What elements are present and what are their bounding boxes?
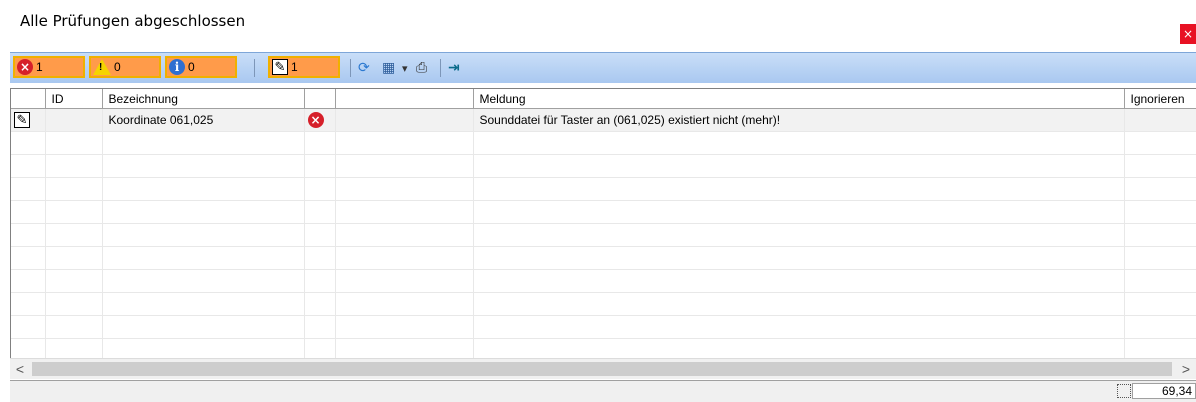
table-header-row: ID Bezeichnung Meldung Ignorieren [11,89,1196,109]
empty-row [11,292,1196,316]
export-icon: ⇥ [448,60,460,76]
refresh-button[interactable]: ⟳ [358,58,370,78]
edit-icon: ✎ [272,59,288,75]
window-title: Alle Prüfungen abgeschlossen [20,12,246,30]
row-meldung: Sounddatei für Taster an (061,025) exist… [473,108,1125,132]
errors-count: 1 [36,60,43,74]
empty-row [11,154,1196,178]
columns-dropdown-button[interactable]: ▾ [402,58,408,78]
empty-row [11,338,1196,358]
empty-row [11,269,1196,293]
infos-count: 0 [188,60,195,74]
column-header-icon[interactable] [11,89,46,109]
row-ignorieren[interactable] [1124,108,1196,132]
edits-filter-button[interactable]: ✎ 1 [268,56,340,78]
results-table: ID Bezeichnung Meldung Ignorieren ✎ Koor… [10,88,1196,358]
status-bar: 69,34 [10,380,1196,402]
row-status-cell: × [304,108,336,132]
column-header-id[interactable]: ID [45,89,103,109]
close-button[interactable]: × [1180,24,1196,44]
empty-row [11,246,1196,270]
print-icon: ⎙ [416,60,428,76]
export-button[interactable]: ⇥ [448,58,460,78]
chevron-down-icon: ▾ [402,61,408,75]
columns-button[interactable]: ▦ [382,58,395,78]
toolbar-separator [440,59,441,77]
empty-row [11,200,1196,224]
table-row[interactable]: ✎ Koordinate 061,025 × Sounddatei für Ta… [11,108,1196,132]
error-icon: × [307,112,324,128]
row-id [45,108,103,132]
empty-row [11,177,1196,201]
empty-row [11,131,1196,155]
errors-filter-button[interactable]: × 1 [13,56,85,78]
column-header-extra[interactable] [335,89,474,109]
empty-row [11,223,1196,247]
columns-icon: ▦ [382,60,396,76]
warnings-count: 0 [114,60,121,74]
grid-icon [1117,384,1131,398]
warnings-filter-button[interactable]: ! 0 [89,56,161,78]
edit-icon: ✎ [14,112,30,128]
column-header-ignorieren[interactable]: Ignorieren [1124,89,1196,109]
column-header-bezeichnung[interactable]: Bezeichnung [102,89,305,109]
row-extra [335,108,474,132]
title-bar: Alle Prüfungen abgeschlossen × [0,0,1196,44]
error-icon: × [17,59,33,75]
empty-row [11,315,1196,339]
edits-count: 1 [291,60,298,74]
infos-filter-button[interactable]: i 0 [165,56,237,78]
info-icon: i [169,59,185,75]
toolbar-separator [254,59,255,77]
print-button[interactable]: ⎙ [416,58,427,78]
status-value: 69,34 [1132,383,1196,399]
refresh-icon: ⟳ [358,60,370,76]
row-bezeichnung: Koordinate 061,025 [102,108,305,132]
warning-icon: ! [93,59,111,75]
toolbar-separator [350,59,351,77]
column-header-meldung[interactable]: Meldung [473,89,1125,109]
toolbar: × 1 ! 0 i 0 ✎ 1 ⟳ ▦ ▾ ⎙ ⇥ [10,52,1196,83]
row-edit-cell: ✎ [11,108,46,132]
scroll-right-button[interactable]: > [1176,359,1196,379]
column-header-status[interactable] [304,89,336,109]
scrollbar-thumb[interactable] [32,362,1172,376]
scroll-left-button[interactable]: < [10,359,30,379]
horizontal-scrollbar[interactable]: < > [10,358,1196,379]
